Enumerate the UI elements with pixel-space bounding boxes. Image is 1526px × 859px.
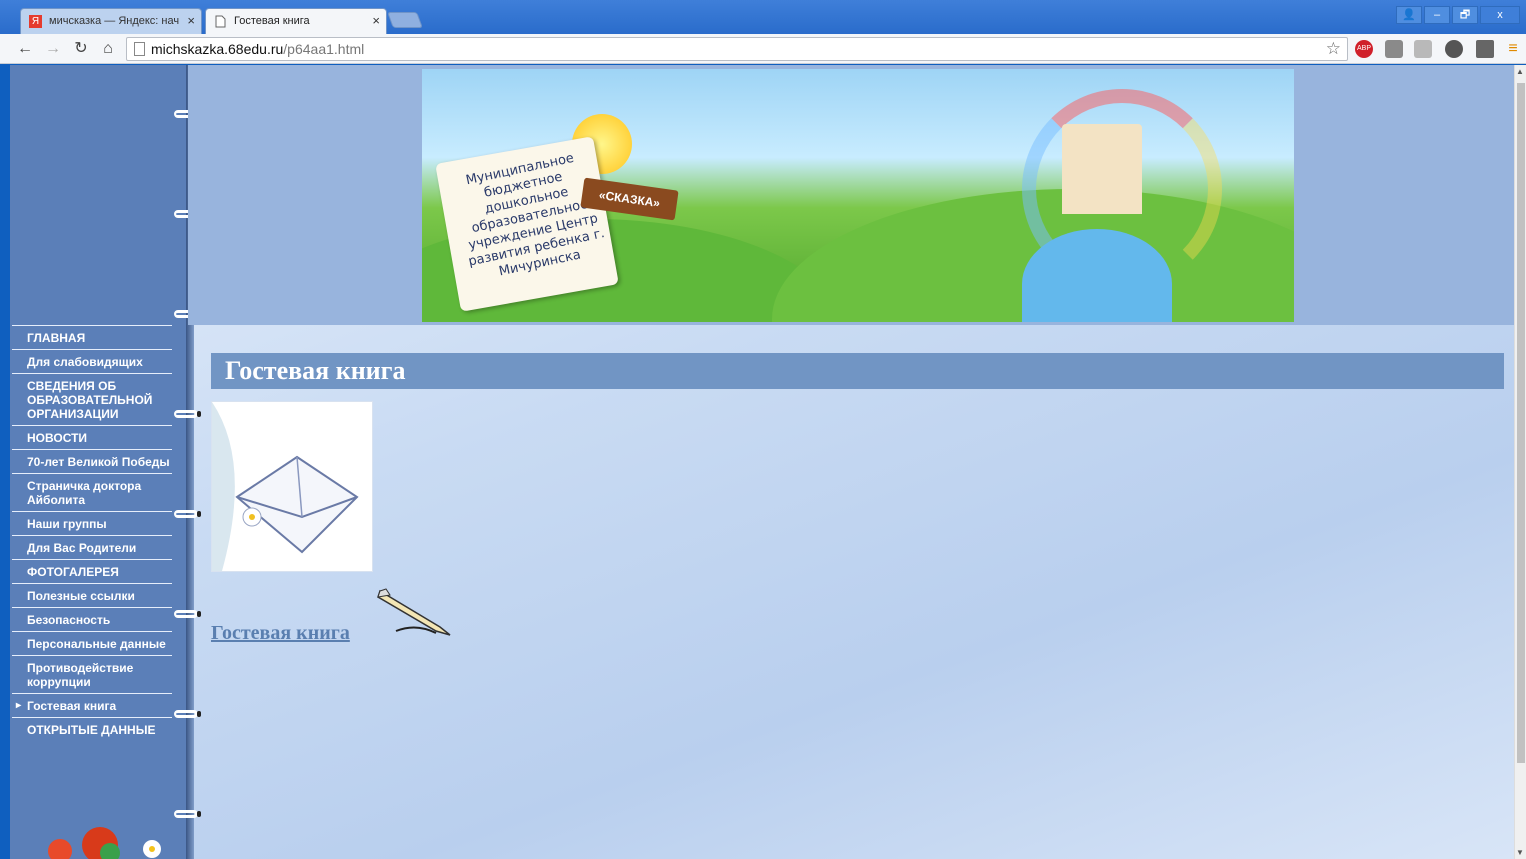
sidebar-item-safety[interactable]: Безопасность xyxy=(12,607,172,631)
page-icon xyxy=(134,42,145,56)
sidebar-item-organization-info[interactable]: СВЕДЕНИЯ ОБ ОБРАЗОВАТЕЛЬНОЙ ОРГАНИЗАЦИИ xyxy=(12,373,172,425)
vertical-scrollbar[interactable]: ▲ ▼ xyxy=(1514,65,1526,859)
envelope-icon xyxy=(212,402,359,571)
reload-icon[interactable]: ↻ xyxy=(70,38,92,60)
home-extension-icon[interactable] xyxy=(1414,40,1432,58)
ring-icon xyxy=(174,510,201,518)
sidebar-item-victory-70[interactable]: 70-лет Великой Победы xyxy=(12,449,172,473)
sidebar-item-open-data[interactable]: ОТКРЫТЫЕ ДАННЫЕ xyxy=(12,717,172,741)
browser-toolbar: ← → ↻ ⌂ michskazka.68edu.ru/p64aa1.html … xyxy=(0,34,1526,64)
ring-icon xyxy=(174,810,201,818)
sidebar-item-anti-corruption[interactable]: Противодействие коррупции xyxy=(12,655,172,693)
sidebar-item-our-groups[interactable]: Наши группы xyxy=(12,511,172,535)
adblock-plus-icon[interactable]: ABP xyxy=(1355,40,1373,58)
home-icon[interactable]: ⌂ xyxy=(97,38,119,60)
ring-icon xyxy=(174,610,201,618)
bookmark-star-icon[interactable]: ☆ xyxy=(1326,39,1341,59)
tab-title: мичсказка — Яндекс: нач xyxy=(49,15,180,27)
profile-button[interactable]: 👤 xyxy=(1396,6,1422,24)
ring-icon xyxy=(174,710,201,718)
page-title: Гостевая книга xyxy=(211,353,1504,389)
extension-icon[interactable] xyxy=(1385,40,1403,58)
web-page: Муниципальное бюджетное дошкольное образ… xyxy=(10,65,1514,859)
envelope-image xyxy=(211,401,373,572)
sidebar-item-personal-data[interactable]: Персональные данные xyxy=(12,631,172,655)
yandex-icon: Я xyxy=(29,15,42,28)
tab-title: Гостевая книга xyxy=(234,15,310,27)
toy-decoration-icon xyxy=(48,827,161,859)
window-close-button[interactable]: x xyxy=(1480,6,1520,24)
restore-button[interactable]: 🗗 xyxy=(1452,6,1478,24)
scroll-up-icon[interactable]: ▲ xyxy=(1516,67,1524,76)
menu-icon[interactable]: ≡ xyxy=(1504,40,1522,58)
close-icon[interactable]: × xyxy=(372,13,380,28)
sidebar-item-news[interactable]: НОВОСТИ xyxy=(12,425,172,449)
castle xyxy=(1062,124,1142,214)
back-icon[interactable]: ← xyxy=(14,38,36,60)
sidebar-item-visually-impaired[interactable]: Для слабовидящих xyxy=(12,349,172,373)
url-host: michskazka.68edu.ru xyxy=(151,41,284,57)
page-icon xyxy=(214,15,227,28)
ring-icon xyxy=(174,410,201,418)
sidebar-item-home[interactable]: ГЛАВНАЯ xyxy=(12,325,172,349)
sidebar-item-photo-gallery[interactable]: ФОТОГАЛЕРЕЯ xyxy=(12,559,172,583)
url-path: /p64aa1.html xyxy=(283,41,365,57)
extension-icon-dark[interactable] xyxy=(1445,40,1463,58)
sidebar-item-useful-links[interactable]: Полезные ссылки xyxy=(12,583,172,607)
close-icon[interactable]: × xyxy=(187,13,195,28)
pencil-icon xyxy=(377,588,451,636)
forward-icon[interactable]: → xyxy=(42,38,64,60)
browser-window: Я мичсказка — Яндекс: нач × Гостевая кни… xyxy=(0,0,1526,859)
sidebar-menu: ГЛАВНАЯ Для слабовидящих СВЕДЕНИЯ ОБ ОБР… xyxy=(12,325,172,741)
guestbook-link[interactable]: Гостевая книга xyxy=(211,622,350,645)
minimize-button[interactable]: – xyxy=(1424,6,1450,24)
scroll-down-icon[interactable]: ▼ xyxy=(1516,848,1524,857)
tab-yandex[interactable]: Я мичсказка — Яндекс: нач × xyxy=(20,8,202,34)
address-bar[interactable]: michskazka.68edu.ru/p64aa1.html ☆ xyxy=(126,37,1348,61)
header-banner: Муниципальное бюджетное дошкольное образ… xyxy=(422,69,1294,322)
window-controls: 👤 – 🗗 x xyxy=(1396,6,1520,24)
sidebar-item-guestbook[interactable]: Гостевая книга xyxy=(12,693,172,717)
scrollbar-thumb[interactable] xyxy=(1517,83,1525,763)
sidebar-item-doctor-aibolit[interactable]: Страничка доктора Айболита xyxy=(12,473,172,511)
bookmark-icon[interactable] xyxy=(1476,40,1494,58)
tab-strip: Я мичсказка — Яндекс: нач × Гостевая кни… xyxy=(0,0,1526,34)
tab-guestbook[interactable]: Гостевая книга × xyxy=(205,8,387,34)
new-tab-button[interactable] xyxy=(387,12,423,28)
sidebar-item-parents[interactable]: Для Вас Родители xyxy=(12,535,172,559)
